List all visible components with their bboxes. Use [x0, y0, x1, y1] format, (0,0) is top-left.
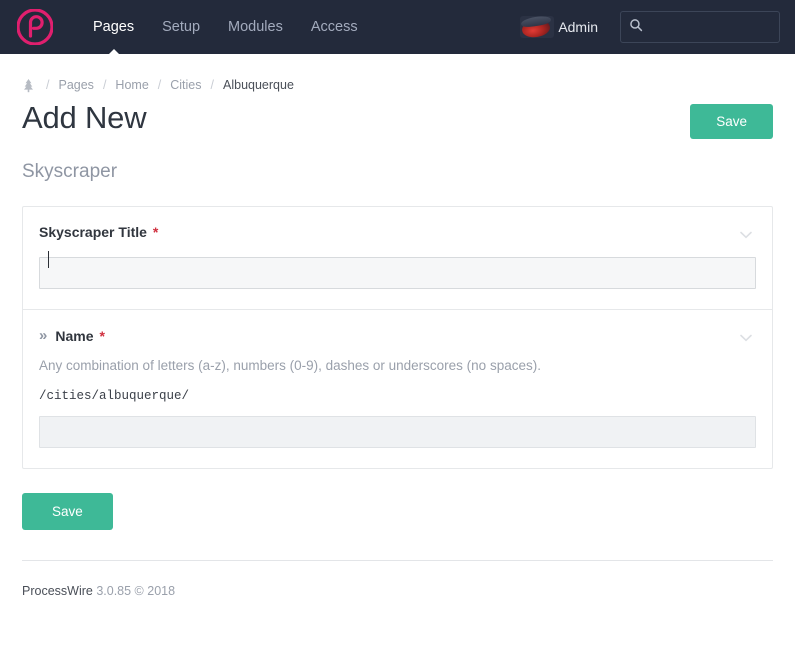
save-button-top[interactable]: Save	[690, 104, 773, 139]
nav-item-pages[interactable]: Pages	[79, 0, 148, 54]
nav-item-modules-label: Modules	[228, 19, 283, 35]
breadcrumb: / Pages / Home / Cities / Albuquerque	[22, 54, 773, 94]
main-content: / Pages / Home / Cities / Albuquerque Ad…	[0, 54, 795, 561]
field-label-text: Name	[55, 328, 93, 344]
user-menu[interactable]: Admin	[520, 16, 598, 38]
required-asterisk: *	[99, 328, 104, 344]
search-icon	[629, 18, 643, 37]
search-input[interactable]	[650, 20, 771, 35]
nav-item-setup-label: Setup	[162, 19, 200, 35]
nav-item-pages-label: Pages	[93, 19, 134, 35]
page-path-preview: /cities/albuquerque/	[39, 389, 756, 403]
field-skyscraper-title: Skyscraper Title *	[23, 207, 772, 309]
field-name: » Name * Any combination of letters (a-z…	[23, 309, 772, 468]
breadcrumb-separator: /	[103, 78, 106, 92]
top-bar-right: Admin	[520, 11, 780, 43]
skyscraper-title-input[interactable]	[39, 257, 756, 289]
page-subtitle: Skyscraper	[22, 161, 773, 183]
breadcrumb-item-pages[interactable]: Pages	[58, 78, 93, 92]
tree-icon[interactable]	[22, 78, 35, 93]
title-input-wrap	[39, 244, 756, 289]
nav-item-modules[interactable]: Modules	[214, 0, 297, 54]
breadcrumb-separator: /	[46, 78, 49, 92]
search-box[interactable]	[620, 11, 780, 43]
nav-item-setup[interactable]: Setup	[148, 0, 214, 54]
user-avatar	[520, 16, 554, 38]
field-label-text: Skyscraper Title	[39, 224, 147, 240]
breadcrumb-separator: /	[158, 78, 161, 92]
footer-version: 3.0.85 © 2018	[96, 584, 175, 598]
nav-item-access[interactable]: Access	[297, 0, 372, 54]
save-button-bottom[interactable]: Save	[22, 493, 113, 530]
nav-item-access-label: Access	[311, 19, 358, 35]
double-chevron-right-icon[interactable]: »	[39, 327, 47, 344]
breadcrumb-separator: /	[211, 78, 214, 92]
top-navigation-bar: Pages Setup Modules Access Admin	[0, 0, 795, 54]
breadcrumb-item-home[interactable]: Home	[115, 78, 148, 92]
text-cursor	[48, 251, 49, 268]
form-card: Skyscraper Title * » Name *	[22, 206, 773, 469]
name-input[interactable]	[39, 416, 756, 448]
chevron-down-icon[interactable]	[736, 224, 756, 244]
processwire-logo-icon[interactable]	[17, 9, 53, 45]
field-header: » Name *	[39, 327, 756, 347]
page-title: Add New	[22, 100, 146, 136]
breadcrumb-item-albuquerque: Albuquerque	[223, 78, 294, 92]
page-footer: ProcessWire 3.0.85 © 2018	[0, 561, 795, 598]
field-label-skyscraper-title: Skyscraper Title *	[39, 224, 158, 240]
chevron-down-icon[interactable]	[736, 327, 756, 347]
main-nav: Pages Setup Modules Access	[79, 0, 372, 54]
field-description-name: Any combination of letters (a-z), number…	[39, 358, 756, 373]
footer-brand[interactable]: ProcessWire	[22, 584, 93, 598]
field-header: Skyscraper Title *	[39, 224, 756, 244]
field-label-name: » Name *	[39, 327, 105, 344]
page-header: Add New Save	[22, 100, 773, 139]
required-asterisk: *	[153, 224, 158, 240]
breadcrumb-item-cities[interactable]: Cities	[170, 78, 201, 92]
user-menu-label: Admin	[558, 19, 598, 35]
